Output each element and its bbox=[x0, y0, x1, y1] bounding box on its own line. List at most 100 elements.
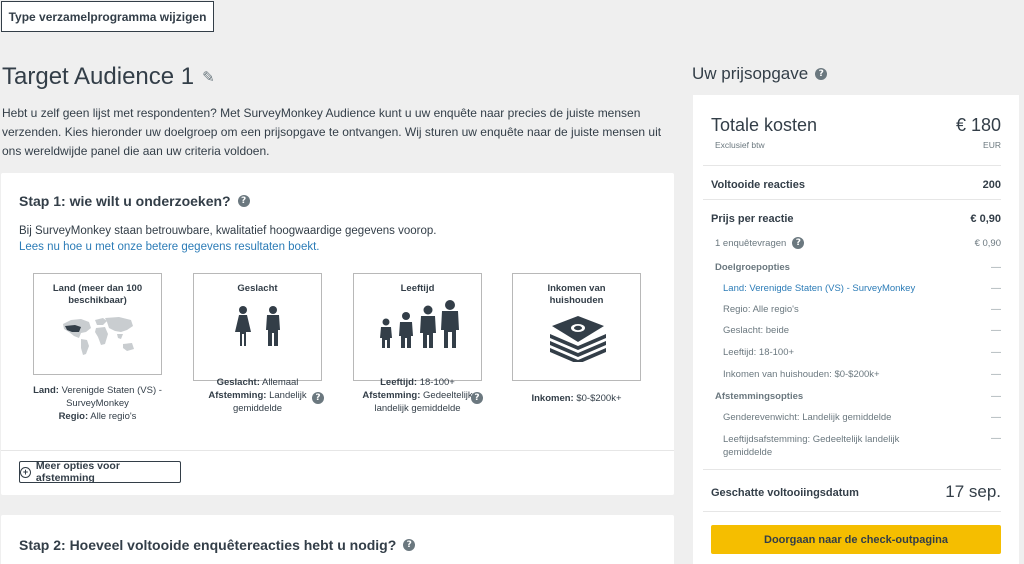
criterion-income-caption: Inkomen: $0-$200k+ bbox=[512, 392, 641, 405]
target-option-gender: Geslacht: beide — bbox=[723, 325, 1001, 336]
question-icon[interactable]: ? bbox=[471, 392, 483, 404]
question-count-label: 1 enquêtevragen bbox=[715, 237, 787, 249]
total-cost-value: € 180 bbox=[955, 115, 1001, 135]
change-collector-type-button[interactable]: Type verzamelprogramma wijzigen bbox=[1, 1, 214, 32]
criterion-income-title: Inkomen van huishouden bbox=[547, 283, 606, 306]
gender-value: Allemaal bbox=[261, 377, 299, 388]
gender-label: Geslacht: bbox=[216, 377, 260, 388]
gender-icon bbox=[235, 306, 280, 346]
balance-option-gender-value: — bbox=[991, 412, 1001, 423]
divider bbox=[703, 165, 1001, 166]
step1-description: Bij SurveyMonkey staan betrouwbare, kwal… bbox=[19, 225, 437, 237]
step2-title: Stap 2: Hoeveel voltooide enquêtereactie… bbox=[19, 537, 416, 553]
question-count-value: € 0,90 bbox=[974, 237, 1001, 249]
price-per-response-label: Prijs per reactie bbox=[711, 213, 794, 225]
criterion-gender-title: Geslacht bbox=[237, 283, 278, 294]
balance-option-age: Leeftijdsafstemming: Gedeeltelijk landel… bbox=[723, 433, 1001, 459]
criterion-country-title: Land (meer dan 100 beschikbaar) bbox=[52, 283, 143, 306]
target-option-age: Leeftijd: 18-100+ — bbox=[723, 347, 1001, 358]
price-per-response-row: Prijs per reactie € 0,90 bbox=[711, 213, 1001, 225]
balance-options-dash: — bbox=[991, 391, 1001, 402]
quote-panel: Totale kosten € 180 Exclusief btw EUR Vo… bbox=[693, 95, 1019, 564]
target-option-gender-value: — bbox=[991, 325, 1001, 336]
country-value: Verenigde Staten (VS) - SurveyMonkey bbox=[61, 385, 162, 409]
divider bbox=[703, 469, 1001, 470]
income-label: Inkomen: bbox=[531, 393, 574, 404]
balance-option-age-value: — bbox=[991, 433, 1001, 444]
divider bbox=[1, 450, 674, 451]
age-value: 18-100+ bbox=[419, 377, 455, 388]
completed-responses-row: Voltooide reacties 200 bbox=[711, 179, 1001, 191]
country-label: Land: bbox=[33, 385, 59, 396]
target-options-dash: — bbox=[991, 262, 1001, 273]
price-per-response-value: € 0,90 bbox=[970, 213, 1001, 225]
question-count-row: 1 enquêtevragen? € 0,90 bbox=[715, 237, 1001, 249]
data-quality-link[interactable]: Lees nu hoe u met onze betere gegevens r… bbox=[19, 241, 320, 253]
step2-card: Stap 2: Hoeveel voltooide enquêtereactie… bbox=[1, 515, 674, 564]
more-balancing-options-button[interactable]: + Meer opties voor afstemming bbox=[19, 460, 181, 484]
money-stack-icon bbox=[550, 316, 606, 362]
target-option-region: Regio: Alle regio's — bbox=[723, 304, 1001, 315]
target-option-income-value: — bbox=[991, 369, 1001, 380]
region-value: Alle regio's bbox=[90, 411, 137, 422]
target-option-country: Land: Verenigde Staten (VS) - SurveyMonk… bbox=[723, 283, 1001, 294]
criterion-age-caption: Leeftijd: 18-100+ Afstemming: Gedeelteli… bbox=[353, 376, 482, 415]
completion-date-label: Geschatte voltooiingsdatum bbox=[711, 487, 859, 499]
criterion-gender[interactable]: Geslacht bbox=[193, 273, 322, 381]
balance-options-heading: Afstemmingsopties bbox=[715, 391, 804, 402]
target-option-country-label[interactable]: Land: Verenigde Staten (VS) - SurveyMonk… bbox=[723, 283, 915, 294]
criterion-age[interactable]: Leeftijd bbox=[353, 273, 482, 381]
quote-heading: Uw prijsopgave ? bbox=[692, 64, 828, 84]
age-label: Leeftijd: bbox=[380, 377, 418, 388]
total-cost-note: Exclusief btw bbox=[715, 140, 765, 150]
step2-title-text: Stap 2: Hoeveel voltooide enquêtereactie… bbox=[19, 537, 397, 553]
completed-responses-value: 200 bbox=[982, 179, 1001, 191]
question-icon[interactable]: ? bbox=[237, 195, 250, 207]
question-icon[interactable]: ? bbox=[403, 539, 416, 551]
target-option-age-label: Leeftijd: 18-100+ bbox=[723, 347, 795, 358]
pencil-icon[interactable]: ✎ bbox=[202, 68, 215, 86]
criterion-age-title: Leeftijd bbox=[400, 283, 435, 294]
target-option-gender-label: Geslacht: beide bbox=[723, 325, 790, 336]
completion-date-value: 17 sep. bbox=[945, 482, 1001, 501]
question-icon[interactable]: ? bbox=[312, 392, 324, 404]
income-value: $0-$200k+ bbox=[576, 393, 622, 404]
target-option-region-label: Regio: Alle regio's bbox=[723, 304, 799, 315]
criterion-country-caption: Land: Verenigde Staten (VS) - SurveyMonk… bbox=[29, 384, 166, 423]
target-option-age-value: — bbox=[991, 347, 1001, 358]
divider bbox=[703, 199, 1001, 200]
region-label: Regio: bbox=[58, 411, 89, 422]
target-options-heading: Doelgroepopties bbox=[715, 262, 790, 273]
plus-circle-icon: + bbox=[20, 466, 31, 478]
currency-label: EUR bbox=[983, 140, 1001, 150]
balance-option-gender: Genderevenwicht: Landelijk gemiddelde — bbox=[723, 412, 1001, 423]
target-option-country-value: — bbox=[991, 283, 1001, 294]
balance-options-heading-row: Afstemmingsopties — bbox=[715, 391, 1001, 402]
page-title: Target Audience 1 ✎ bbox=[2, 63, 215, 91]
more-options-label: Meer opties voor afstemming bbox=[35, 460, 120, 484]
age-balance-label: Afstemming: bbox=[362, 390, 421, 401]
quote-heading-text: Uw prijsopgave bbox=[692, 64, 809, 83]
world-map-icon bbox=[63, 317, 134, 355]
checkout-button[interactable]: Doorgaan naar de check-outpagina bbox=[711, 525, 1001, 554]
target-options-heading-row: Doelgroepopties — bbox=[715, 262, 1001, 273]
divider bbox=[703, 511, 1001, 512]
balance-option-age-label: Leeftijdsafstemming: Gedeeltelijk landel… bbox=[723, 434, 900, 458]
criterion-income[interactable]: Inkomen van huishouden bbox=[512, 273, 641, 381]
page-title-text: Target Audience 1 bbox=[2, 63, 195, 90]
question-icon[interactable]: ? bbox=[792, 237, 805, 249]
total-cost-label: Totale kosten bbox=[711, 115, 818, 135]
gender-balance-label: Afstemming: bbox=[208, 390, 267, 401]
intro-text: Hebt u zelf geen lijst met respondenten?… bbox=[2, 106, 662, 158]
target-option-region-value: — bbox=[991, 304, 1001, 315]
step1-title: Stap 1: wie wilt u onderzoeken? ? bbox=[19, 193, 250, 209]
question-icon[interactable]: ? bbox=[815, 68, 828, 80]
step1-title-text: Stap 1: wie wilt u onderzoeken? bbox=[19, 193, 231, 209]
completed-responses-label: Voltooide reacties bbox=[711, 179, 805, 191]
step1-card: Stap 1: wie wilt u onderzoeken? ? Bij Su… bbox=[1, 173, 674, 495]
age-group-icon bbox=[380, 300, 459, 348]
target-option-income: Inkomen van huishouden: $0-$200k+ — bbox=[723, 369, 1001, 380]
target-option-income-label: Inkomen van huishouden: $0-$200k+ bbox=[723, 369, 880, 380]
criterion-country[interactable]: Land (meer dan 100 beschikbaar) bbox=[33, 273, 162, 375]
criterion-gender-caption: Geslacht: Allemaal Afstemming: Landelijk… bbox=[193, 376, 322, 415]
